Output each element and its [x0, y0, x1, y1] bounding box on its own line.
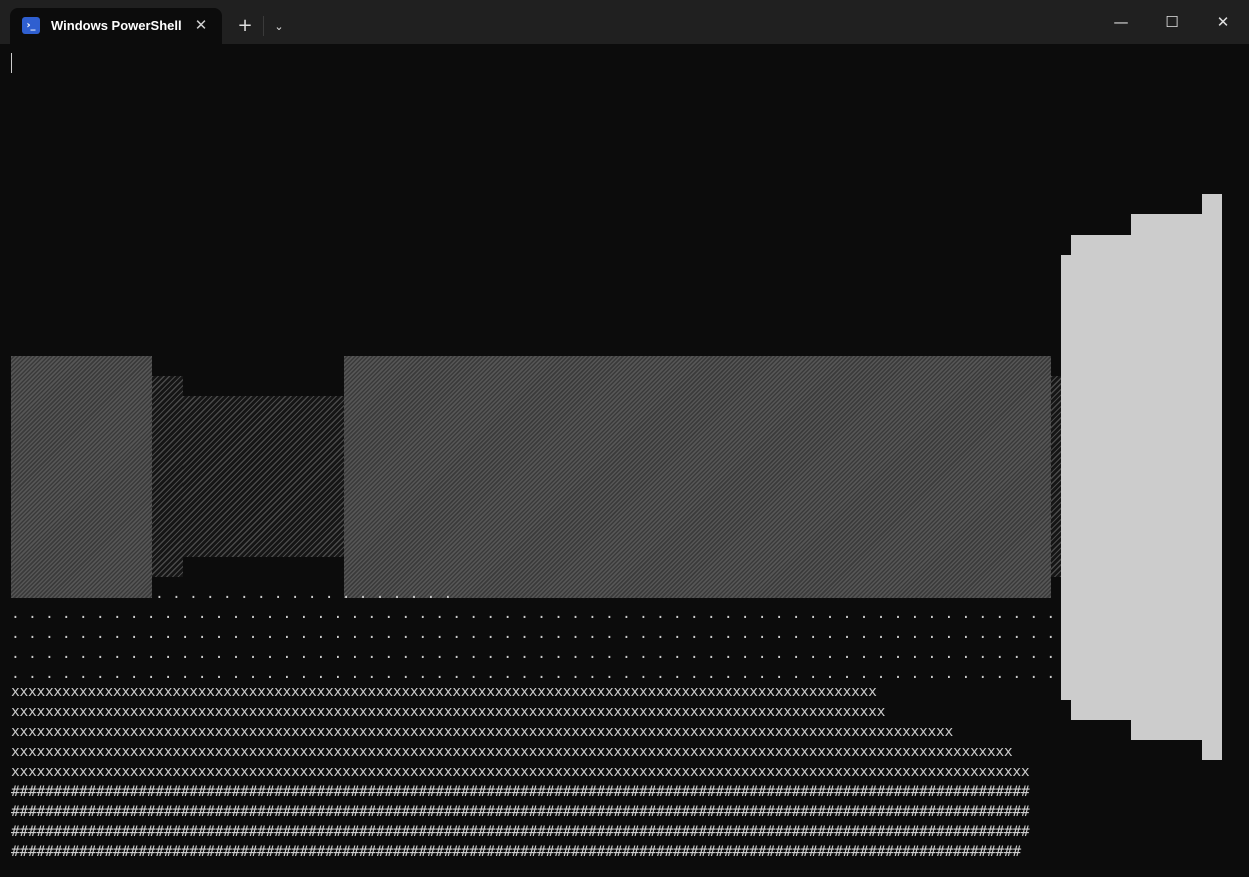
terminal-line: ########################################…	[11, 823, 1030, 840]
close-tab-icon[interactable]: ✕	[191, 15, 211, 35]
tab-windows-powershell[interactable]: ›_ Windows PowerShell ✕	[10, 8, 222, 44]
terminal-line: xxxxxxxxxxxxxxxxxxxxxxxxxxxxxxxxxxxxxxxx…	[11, 743, 1013, 760]
terminal-line: . . . . . . . . . . . . . . . . . . . . …	[11, 605, 1055, 622]
powershell-icon: ›_	[22, 17, 40, 34]
shade-block-left	[11, 356, 152, 598]
solid-block-col-4	[1131, 214, 1202, 740]
terminal-line: ########################################…	[11, 783, 1030, 800]
terminal-line: xxxxxxxxxxxxxxxxxxxxxxxxxxxxxxxxxxxxxxxx…	[11, 703, 886, 720]
shade-block-step	[152, 376, 183, 577]
maximize-button[interactable]: ☐	[1147, 0, 1197, 44]
text-cursor	[11, 53, 12, 73]
close-window-button[interactable]: ✕	[1198, 0, 1248, 44]
new-tab-button[interactable]: +	[233, 14, 257, 38]
shade-block-edge	[1051, 376, 1061, 577]
terminal-line: . . . . . . . . . . . . . . . . . . . . …	[11, 625, 1055, 642]
solid-block-col-2	[1061, 255, 1071, 700]
shade-block-wide	[344, 356, 1051, 598]
terminal-line: xxxxxxxxxxxxxxxxxxxxxxxxxxxxxxxxxxxxxxxx…	[11, 763, 1030, 780]
terminal-line: . . . . . . . . . . . . . . . . . .	[155, 585, 453, 602]
minimize-button[interactable]: —	[1096, 0, 1146, 44]
terminal-line: ########################################…	[11, 803, 1030, 820]
divider	[263, 16, 264, 36]
chevron-down-icon[interactable]: ⌄	[268, 14, 290, 38]
solid-block-col-3	[1071, 235, 1131, 720]
title-bar[interactable]: ›_ Windows PowerShell ✕ + ⌄ — ☐ ✕	[0, 0, 1249, 44]
terminal-line: . . . . . . . . . . . . . . . . . . . . …	[11, 645, 1055, 662]
terminal-line: ########################################…	[11, 843, 1021, 860]
terminal-line: xxxxxxxxxxxxxxxxxxxxxxxxxxxxxxxxxxxxxxxx…	[11, 683, 877, 700]
solid-block-col-5	[1202, 194, 1222, 760]
tab-title: Windows PowerShell	[51, 18, 182, 33]
terminal-line: xxxxxxxxxxxxxxxxxxxxxxxxxxxxxxxxxxxxxxxx…	[11, 723, 953, 740]
shade-block-low	[183, 396, 344, 557]
